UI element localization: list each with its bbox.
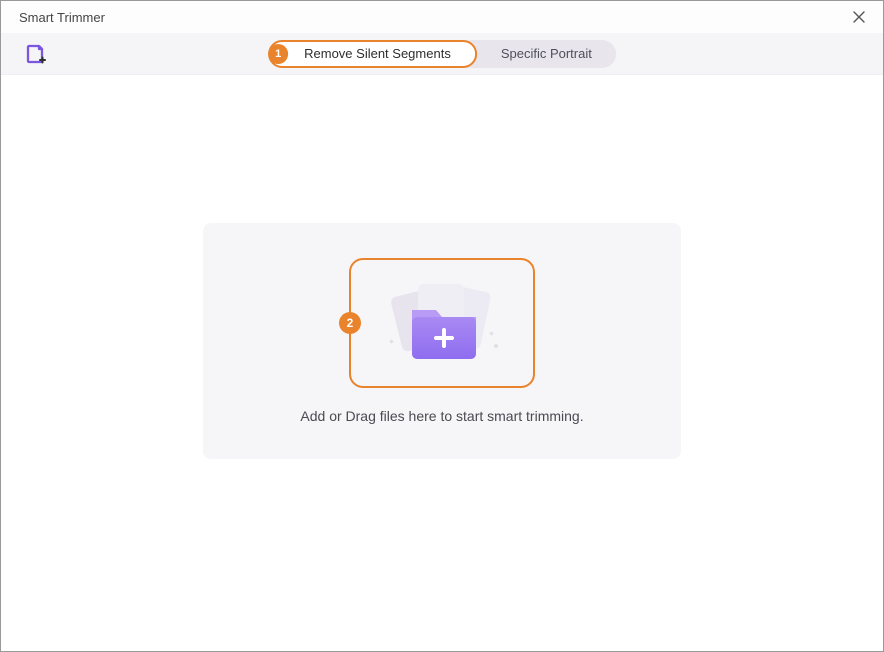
step-badge-1: 1 xyxy=(268,44,288,64)
tab-remove-silent-segments[interactable]: 1 Remove Silent Segments xyxy=(268,40,477,68)
close-icon xyxy=(853,11,865,23)
drop-card: 2 xyxy=(203,223,681,459)
step-badge-2: 2 xyxy=(339,312,361,334)
app-icon xyxy=(25,44,47,66)
mode-tabs: 1 Remove Silent Segments Specific Portra… xyxy=(268,40,616,68)
header-band: 1 Remove Silent Segments Specific Portra… xyxy=(1,33,883,75)
folder-add-icon xyxy=(372,274,512,372)
tab-label: Specific Portrait xyxy=(501,46,592,61)
tab-label: Remove Silent Segments xyxy=(304,46,451,61)
window-titlebar: Smart Trimmer xyxy=(1,1,883,33)
tab-specific-portrait[interactable]: Specific Portrait xyxy=(477,40,616,68)
window-title: Smart Trimmer xyxy=(19,10,105,25)
close-button[interactable] xyxy=(849,7,869,27)
drop-hint-text: Add or Drag files here to start smart tr… xyxy=(300,408,583,424)
main-area: 2 xyxy=(1,75,883,651)
file-drop-zone[interactable]: 2 xyxy=(349,258,535,388)
